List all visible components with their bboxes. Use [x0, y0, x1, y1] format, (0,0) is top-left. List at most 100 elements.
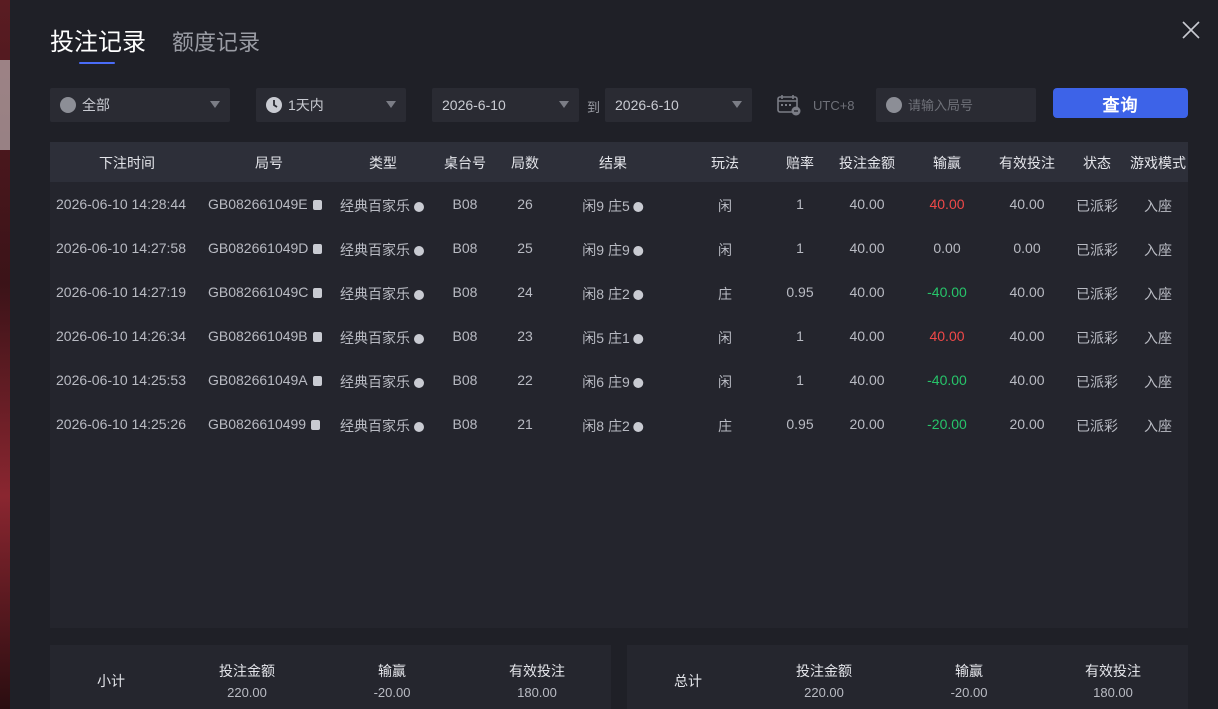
copy-icon[interactable]	[312, 200, 322, 210]
shoe-number: 23	[517, 328, 533, 344]
result-cell: 闲8 庄2	[582, 284, 644, 304]
query-button[interactable]: 查询	[1053, 88, 1188, 118]
copy-icon[interactable]	[312, 332, 322, 342]
game-type: 经典百家乐	[340, 242, 410, 258]
odds: 0.95	[786, 416, 814, 432]
info-icon[interactable]	[633, 202, 644, 212]
copy-icon[interactable]	[312, 376, 322, 386]
copy-icon[interactable]	[313, 288, 323, 298]
valid-bet: 40.00	[1009, 284, 1045, 300]
valid-bet: 40.00	[1009, 328, 1045, 344]
play-icon[interactable]	[414, 290, 424, 300]
game-mode: 入座	[1144, 198, 1172, 214]
time-range-select[interactable]: 1天内	[256, 88, 406, 122]
tab-bet-records[interactable]: 投注记录	[50, 28, 146, 64]
total-valid-label: 有效投注	[1085, 663, 1141, 679]
column-header: 局数	[511, 155, 539, 171]
table-id: B08	[452, 416, 478, 432]
total-amount-label: 投注金额	[796, 663, 852, 679]
subtotal-amount: 投注金额 220.00	[219, 661, 275, 700]
game-mode: 入座	[1144, 286, 1172, 302]
valid-bet: 0.00	[1013, 240, 1041, 256]
win-loss: -20.00	[927, 416, 967, 432]
table-header: 下注时间 局号 类型 桌台号 局数 结果 玩法 赔率 投注金额 输赢 有效投注 …	[50, 142, 1188, 182]
table-row: 2026-06-10 14:25:53 GB082661049A 经典百家乐 B08 2…	[50, 358, 1188, 402]
column-header: 输赢	[933, 155, 961, 171]
column-header: 局号	[255, 155, 283, 171]
bet-option: 闲	[718, 242, 732, 258]
tab-credit-records[interactable]: 额度记录	[172, 28, 260, 58]
table-row: 2026-06-10 14:25:26 GB0826610499 经典百家乐 B08 2…	[50, 402, 1188, 446]
play-icon[interactable]	[414, 334, 424, 344]
subtotal-valid: 有效投注 180.00	[509, 661, 565, 700]
game-type-cell: 经典百家乐	[340, 416, 424, 436]
bet-option: 庄	[718, 286, 732, 302]
date-to-select[interactable]: 2026-6-10	[605, 88, 752, 122]
game-type-cell: 经典百家乐	[340, 284, 424, 304]
table-id: B08	[452, 196, 478, 212]
column-header: 游戏模式	[1130, 155, 1186, 171]
background-edge	[0, 0, 10, 709]
status: 已派彩	[1076, 418, 1118, 434]
result: 闲5 庄1	[582, 330, 630, 346]
copy-icon[interactable]	[311, 420, 321, 430]
total-amount-value: 220.00	[804, 685, 844, 700]
round-id: GB082661049C	[208, 284, 309, 300]
play-icon[interactable]	[414, 246, 424, 256]
close-icon[interactable]	[1180, 19, 1202, 41]
win-loss: -40.00	[927, 284, 967, 300]
game-type: 经典百家乐	[340, 330, 410, 346]
time-range-value: 1天内	[288, 97, 324, 113]
table-id: B08	[452, 284, 478, 300]
bet-option: 闲	[718, 330, 732, 346]
total-label: 总计	[674, 673, 702, 689]
table-id: B08	[452, 328, 478, 344]
play-icon[interactable]	[414, 422, 424, 432]
info-icon[interactable]	[633, 334, 644, 344]
info-icon[interactable]	[633, 422, 644, 432]
result: 闲8 庄2	[582, 418, 630, 434]
bet-time: 2026-06-10 14:27:58	[56, 240, 186, 256]
total-panel: 总计 投注金额 220.00 输赢 -20.00 有效投注 180.00	[627, 645, 1188, 709]
round-id-cell: GB082661049E	[208, 196, 322, 212]
bet-amount: 40.00	[849, 372, 885, 388]
info-icon[interactable]	[633, 246, 644, 256]
round-search-input[interactable]	[908, 97, 1028, 113]
odds: 1	[796, 372, 804, 388]
round-search-field[interactable]	[876, 88, 1036, 122]
column-header: 下注时间	[99, 155, 155, 171]
bet-option: 庄	[718, 418, 732, 434]
result-cell: 闲8 庄2	[582, 416, 644, 436]
win-loss: 0.00	[933, 240, 961, 256]
calendar-icon[interactable]	[777, 94, 801, 116]
bet-time: 2026-06-10 14:25:53	[56, 372, 186, 388]
total-valid-value: 180.00	[1093, 685, 1133, 700]
bet-time: 2026-06-10 14:26:34	[56, 328, 186, 344]
round-id-cell: GB082661049D	[208, 240, 323, 256]
status: 已派彩	[1076, 242, 1118, 258]
round-id-cell: GB0826610499	[208, 416, 321, 432]
info-icon[interactable]	[633, 290, 644, 300]
play-icon[interactable]	[414, 202, 424, 212]
bet-amount: 40.00	[849, 328, 885, 344]
play-icon[interactable]	[414, 378, 424, 388]
category-select[interactable]: 全部	[50, 88, 230, 122]
category-value: 全部	[82, 97, 110, 113]
subtotal-amount-value: 220.00	[227, 685, 267, 700]
spade-icon	[60, 97, 76, 113]
table-id: B08	[452, 372, 478, 388]
column-header: 玩法	[711, 155, 739, 171]
shoe-number: 21	[517, 416, 533, 432]
game-mode: 入座	[1144, 242, 1172, 258]
column-header: 状态	[1083, 155, 1111, 171]
odds: 1	[796, 328, 804, 344]
info-icon[interactable]	[633, 378, 644, 388]
total-amount: 投注金额 220.00	[796, 661, 852, 700]
date-from-select[interactable]: 2026-6-10	[432, 88, 579, 122]
tab-bar: 投注记录 额度记录	[50, 28, 260, 64]
subtotal-win: 输赢 -20.00	[374, 661, 411, 700]
result: 闲9 庄9	[582, 242, 630, 258]
bet-amount: 40.00	[849, 284, 885, 300]
copy-icon[interactable]	[313, 244, 323, 254]
game-type-cell: 经典百家乐	[340, 372, 424, 392]
